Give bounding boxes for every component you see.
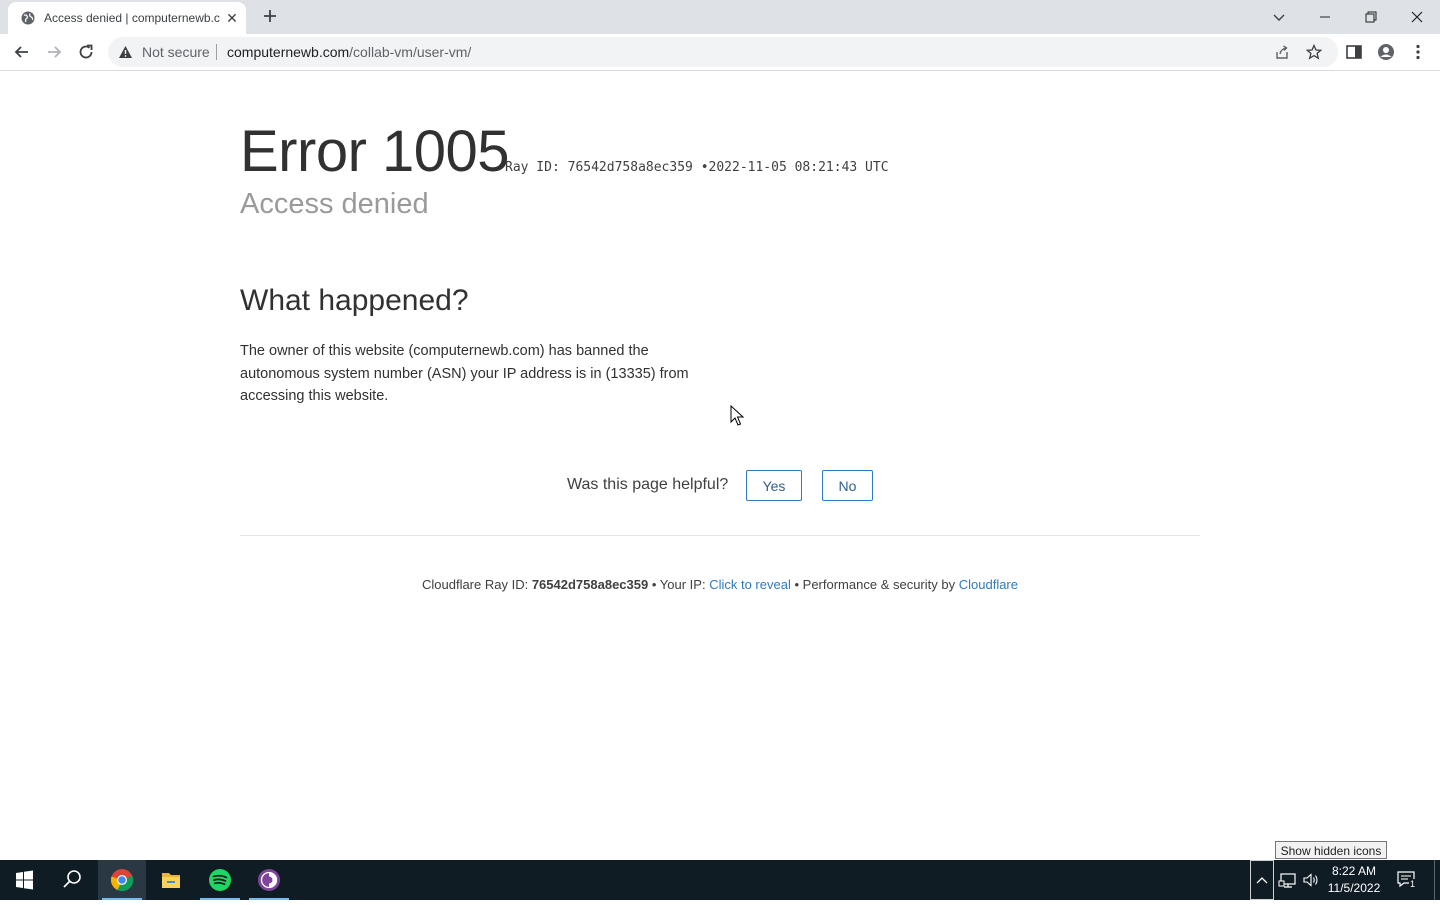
minimize-icon[interactable] bbox=[1312, 4, 1338, 30]
profile-icon[interactable] bbox=[1376, 42, 1396, 62]
taskbar: 8:22 AM 11/5/2022 1 bbox=[0, 860, 1440, 900]
globe-icon bbox=[21, 11, 35, 25]
cloudflare-link[interactable]: Cloudflare bbox=[959, 577, 1018, 592]
search-icon[interactable] bbox=[48, 860, 96, 900]
ray-bullet: • bbox=[700, 160, 709, 175]
error-subtitle: Access denied bbox=[240, 188, 429, 220]
clock-date[interactable]: 11/5/2022 bbox=[1324, 881, 1384, 895]
browser-tab[interactable]: Access denied | computernewb.c ✕ bbox=[8, 2, 246, 34]
file-explorer-icon[interactable] bbox=[147, 860, 195, 900]
volume-icon[interactable] bbox=[1302, 871, 1320, 889]
chevron-up-icon bbox=[1256, 877, 1268, 884]
network-icon[interactable] bbox=[1278, 871, 1298, 889]
error-timestamp: 2022-11-05 08:21:43 UTC bbox=[708, 160, 889, 175]
url-path: /collab-vm/user-vm/ bbox=[349, 44, 472, 60]
bookmark-star-icon[interactable] bbox=[1306, 44, 1322, 60]
close-window-icon[interactable] bbox=[1404, 4, 1430, 30]
address-bar[interactable]: Not secure computernewb.com/collab-vm/us… bbox=[108, 37, 1338, 67]
footer-separator: • bbox=[651, 577, 657, 592]
chrome-icon bbox=[110, 869, 134, 892]
footer-separator: • bbox=[794, 577, 800, 592]
taskbar-chrome[interactable] bbox=[98, 860, 146, 900]
reveal-ip-link[interactable]: Click to reveal bbox=[709, 577, 791, 592]
url-host: computernewb.com bbox=[227, 44, 350, 60]
footer-perf-label: Performance & security by bbox=[802, 577, 956, 592]
feedback-question: Was this page helpful? bbox=[567, 476, 729, 493]
ray-id-value: 76542d758a8ec359 bbox=[567, 160, 693, 175]
footer-ray-label: Cloudflare Ray ID: bbox=[421, 577, 529, 592]
show-hidden-icons-tooltip: Show hidden icons bbox=[1275, 841, 1387, 859]
share-icon[interactable] bbox=[1274, 44, 1290, 60]
taskbar-tor-browser[interactable] bbox=[245, 860, 293, 900]
feedback-no-button[interactable]: No bbox=[822, 470, 873, 501]
ray-id-line: Ray ID: 76542d758a8ec359 •2022-11-05 08:… bbox=[505, 160, 889, 175]
cloudflare-footer: Cloudflare Ray ID: 76542d758a8ec359 • Yo… bbox=[0, 577, 1440, 592]
mouse-cursor-icon bbox=[730, 405, 745, 426]
tab-title: Access denied | computernewb.c bbox=[44, 11, 220, 25]
back-icon[interactable] bbox=[12, 42, 32, 62]
show-hidden-icons-button[interactable] bbox=[1250, 860, 1274, 900]
footer-ip-label: Your IP: bbox=[659, 577, 706, 592]
side-panel-icon[interactable] bbox=[1344, 42, 1364, 62]
windows-start-icon[interactable] bbox=[0, 860, 48, 900]
warning-icon[interactable] bbox=[118, 45, 133, 59]
tab-close-icon[interactable]: ✕ bbox=[224, 10, 240, 26]
tor-browser-icon bbox=[258, 869, 280, 891]
notification-count: 1 bbox=[1409, 879, 1417, 889]
forward-icon[interactable] bbox=[44, 42, 64, 62]
tab-strip: Access denied | computernewb.c ✕ bbox=[0, 0, 1440, 34]
footer-divider bbox=[240, 535, 1200, 536]
url-text[interactable]: computernewb.com/collab-vm/user-vm/ bbox=[227, 44, 471, 60]
feedback-yes-button[interactable]: Yes bbox=[746, 470, 802, 501]
what-happened-heading: What happened? bbox=[240, 284, 469, 317]
reload-icon[interactable] bbox=[76, 42, 96, 62]
ray-id-label: Ray ID: bbox=[505, 160, 560, 175]
omnibox-divider bbox=[216, 44, 217, 60]
show-desktop-button[interactable] bbox=[1434, 860, 1435, 900]
security-label[interactable]: Not secure bbox=[142, 44, 210, 60]
footer-ray-id: 76542d758a8ec359 bbox=[531, 577, 649, 592]
spotify-icon bbox=[209, 869, 231, 891]
error-title: Error 1005 bbox=[240, 119, 510, 184]
what-happened-text: The owner of this website (computernewb.… bbox=[240, 343, 689, 404]
new-tab-icon[interactable] bbox=[260, 6, 280, 26]
restore-icon[interactable] bbox=[1358, 4, 1384, 30]
taskbar-spotify[interactable] bbox=[196, 860, 244, 900]
browser-toolbar: Not secure computernewb.com/collab-vm/us… bbox=[0, 34, 1440, 71]
tab-search-icon[interactable] bbox=[1266, 4, 1292, 30]
menu-kebab-icon[interactable] bbox=[1408, 42, 1428, 62]
clock-time[interactable]: 8:22 AM bbox=[1326, 864, 1382, 878]
action-center-button[interactable]: 1 bbox=[1396, 870, 1420, 892]
